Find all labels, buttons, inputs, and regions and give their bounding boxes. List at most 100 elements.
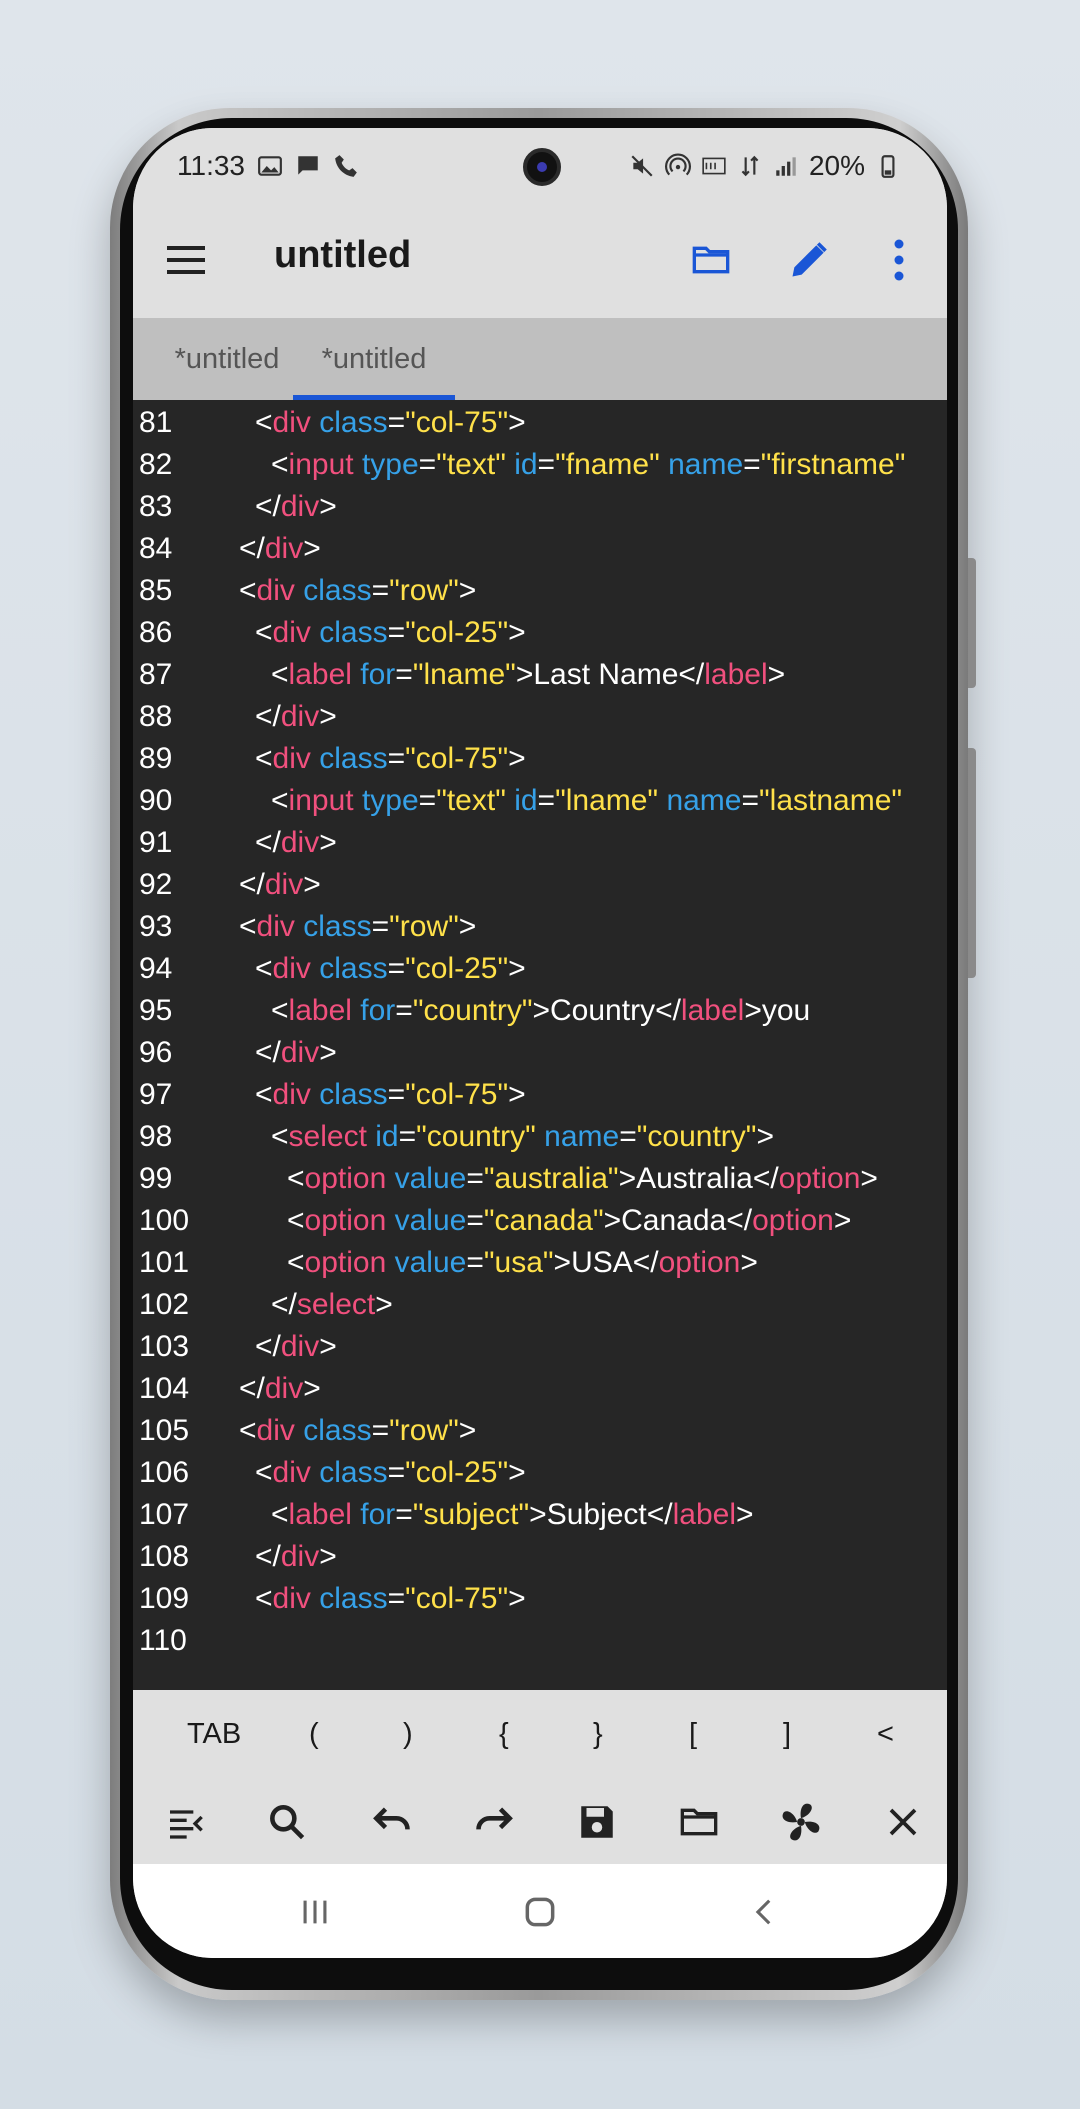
redo-icon[interactable] bbox=[471, 1798, 519, 1846]
code-line[interactable]: 108 </div> bbox=[133, 1536, 947, 1578]
volte-icon bbox=[702, 157, 726, 175]
more-options-icon[interactable] bbox=[873, 234, 925, 286]
code-line[interactable]: 100 <option value="canada">Canada</option… bbox=[133, 1200, 947, 1242]
folder-icon[interactable] bbox=[675, 1798, 723, 1846]
code-line[interactable]: 107 <label for="subject">Subject</label> bbox=[133, 1494, 947, 1536]
code-token: = bbox=[743, 448, 761, 481]
code-line[interactable]: 110 bbox=[133, 1620, 947, 1662]
code-token: < bbox=[239, 1414, 257, 1447]
code-line[interactable]: 94 <div class="col-25"> bbox=[133, 948, 947, 990]
symbol-key[interactable]: TAB bbox=[187, 1718, 241, 1751]
signal-icon bbox=[776, 157, 796, 176]
code-token: type bbox=[361, 448, 419, 481]
symbol-key[interactable]: [ bbox=[689, 1718, 697, 1751]
symbol-key[interactable]: ( bbox=[309, 1718, 319, 1751]
search-icon[interactable] bbox=[263, 1798, 311, 1846]
symbol-key[interactable]: ] bbox=[783, 1718, 791, 1751]
code-line[interactable]: 82 <input type="text" id="fname" name="fi… bbox=[133, 444, 947, 486]
code-token: > bbox=[508, 952, 526, 985]
code-line[interactable]: 85 <div class="row"> bbox=[133, 570, 947, 612]
document-title: untitled bbox=[274, 234, 412, 276]
code-line[interactable]: 102 </select> bbox=[133, 1284, 947, 1326]
code-token: > bbox=[508, 1078, 526, 1111]
line-number: 92 bbox=[139, 868, 173, 901]
symbol-key[interactable]: < bbox=[877, 1718, 894, 1751]
code-token: name bbox=[544, 1120, 620, 1153]
code-token: "country" bbox=[412, 994, 533, 1027]
code-token: < bbox=[271, 658, 289, 691]
code-line[interactable]: 92 </div> bbox=[133, 864, 947, 906]
code-token: id bbox=[514, 784, 538, 817]
code-line[interactable]: 88 </div> bbox=[133, 696, 947, 738]
code-line[interactable]: 105 <div class="row"> bbox=[133, 1410, 947, 1452]
code-token: value bbox=[394, 1162, 467, 1195]
code-token: = bbox=[387, 406, 406, 439]
symbol-key[interactable]: { bbox=[499, 1718, 509, 1751]
code-token: "subject" bbox=[412, 1498, 530, 1531]
code-line[interactable]: 91 </div> bbox=[133, 822, 947, 864]
menu-icon[interactable] bbox=[167, 242, 207, 278]
line-number: 105 bbox=[139, 1414, 190, 1447]
code-token: option bbox=[752, 1204, 834, 1237]
code-editor[interactable]: 81 <div class="col-75"> 82 <input type="tex… bbox=[133, 400, 947, 1690]
home-icon[interactable] bbox=[518, 1890, 562, 1934]
4g-icon bbox=[741, 155, 759, 177]
code-token: option bbox=[304, 1162, 387, 1195]
hotspot-icon bbox=[664, 153, 691, 176]
code-token: < bbox=[271, 994, 289, 1027]
code-line[interactable]: 98 <select id="country" name="country"> bbox=[133, 1116, 947, 1158]
code-line[interactable]: 96 </div> bbox=[133, 1032, 947, 1074]
undo-icon[interactable] bbox=[367, 1798, 415, 1846]
code-line[interactable]: 101 <option value="usa">USA</option> bbox=[133, 1242, 947, 1284]
code-token: div bbox=[264, 868, 304, 901]
code-token: > bbox=[756, 1120, 774, 1153]
line-number: 106 bbox=[139, 1456, 190, 1489]
code-line[interactable]: 86 <div class="col-25"> bbox=[133, 612, 947, 654]
code-token: > bbox=[508, 406, 526, 439]
code-line[interactable]: 89 <div class="col-75"> bbox=[133, 738, 947, 780]
fan-icon[interactable] bbox=[777, 1798, 825, 1846]
code-line[interactable]: 84 </div> bbox=[133, 528, 947, 570]
code-line[interactable]: 106 <div class="col-25"> bbox=[133, 1452, 947, 1494]
code-token: div bbox=[272, 406, 311, 439]
save-icon[interactable] bbox=[573, 1798, 621, 1846]
code-text: </select> bbox=[271, 1284, 393, 1326]
code-token: < bbox=[255, 742, 273, 775]
code-text: <label for="country">Country</label>you bbox=[271, 990, 810, 1032]
code-text: </div> bbox=[255, 822, 337, 864]
code-token: >Country</ bbox=[532, 994, 681, 1027]
code-line[interactable]: 90 <input type="text" id="lname" name="la… bbox=[133, 780, 947, 822]
back-icon[interactable] bbox=[743, 1890, 787, 1934]
close-icon[interactable] bbox=[879, 1798, 927, 1846]
code-line[interactable]: 99 <option value="australia">Australia</o… bbox=[133, 1158, 947, 1200]
code-line[interactable]: 103 </div> bbox=[133, 1326, 947, 1368]
code-token: class bbox=[319, 616, 388, 649]
code-token: "country" bbox=[636, 1120, 757, 1153]
code-line[interactable]: 81 <div class="col-75"> bbox=[133, 402, 947, 444]
code-line[interactable]: 87 <label for="lname">Last Name</label> bbox=[133, 654, 947, 696]
code-line[interactable]: 104 </div> bbox=[133, 1368, 947, 1410]
symbol-key[interactable]: } bbox=[593, 1718, 603, 1751]
code-line[interactable]: 97 <div class="col-75"> bbox=[133, 1074, 947, 1116]
code-line[interactable]: 83 </div> bbox=[133, 486, 947, 528]
tab-untitled-1[interactable]: *untitled bbox=[143, 318, 311, 400]
code-token: = bbox=[619, 1120, 637, 1153]
open-folder-icon[interactable] bbox=[685, 234, 737, 286]
battery-percent: 20% bbox=[808, 150, 865, 181]
code-line[interactable]: 95 <label for="country">Country</label>yo… bbox=[133, 990, 947, 1032]
code-text: </div> bbox=[255, 1536, 337, 1578]
recent-apps-icon[interactable] bbox=[293, 1890, 337, 1934]
wrap-lines-icon[interactable] bbox=[161, 1798, 209, 1846]
code-line[interactable]: 93 <div class="row"> bbox=[133, 906, 947, 948]
tab-untitled-2[interactable]: *untitled bbox=[293, 318, 455, 400]
code-token: select bbox=[288, 1120, 367, 1153]
code-line[interactable]: 109 <div class="col-75"> bbox=[133, 1578, 947, 1620]
code-token: </ bbox=[255, 1330, 281, 1363]
symbol-key[interactable]: ) bbox=[403, 1718, 413, 1751]
code-token: > bbox=[319, 490, 337, 523]
edit-pencil-icon[interactable] bbox=[783, 234, 835, 286]
